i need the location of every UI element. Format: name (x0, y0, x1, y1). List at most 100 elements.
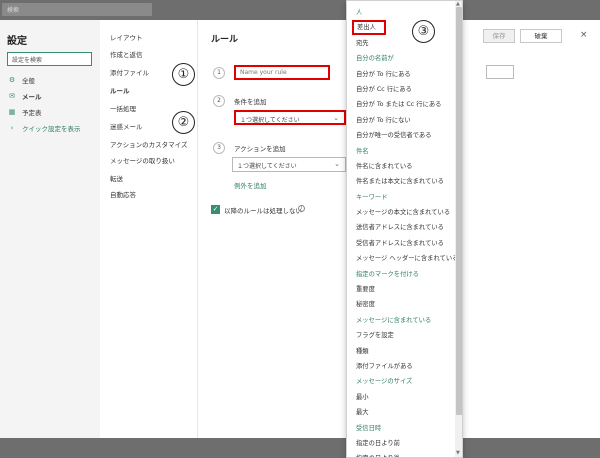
nav-item-mail[interactable]: ✉ メール (7, 88, 97, 104)
menu-item-forwarding[interactable]: 転送 (110, 173, 123, 183)
dropdown-option[interactable]: 最小 (347, 390, 455, 405)
chevron-down-icon: ⌄ (334, 160, 340, 168)
top-search-box[interactable]: 検索 (2, 3, 152, 16)
dropdown-option[interactable]: 件名に含まれている (347, 159, 455, 174)
dropdown-option-label: 指定の日より前 (356, 439, 400, 447)
save-button[interactable]: 保存 (483, 29, 515, 43)
settings-search-input[interactable]: 設定を検索 (7, 52, 92, 66)
dropdown-option-label: キーワード (356, 193, 388, 201)
close-icon[interactable]: × (580, 30, 588, 40)
step-number-1: 1 (213, 67, 225, 79)
menu-item-customize-actions[interactable]: アクションのカスタマイズ (110, 139, 187, 149)
scroll-up-arrow-icon[interactable]: ▲ (456, 1, 460, 7)
quick-settings-label: クイック設定を表示 (22, 125, 81, 133)
dropdown-option[interactable]: 自分が唯一の受信者である (347, 128, 455, 143)
dropdown-option-label: メッセージのサイズ (356, 378, 413, 386)
nav-item-general[interactable]: ⚙ 全般 (7, 72, 97, 88)
dropdown-option[interactable]: 重要度 (347, 282, 455, 297)
dropdown-group-header: メッセージのサイズ (347, 374, 455, 389)
dropdown-option[interactable]: 受信者アドレスに含まれている (347, 236, 455, 251)
dropdown-group-header: 受信日時 (347, 421, 455, 436)
dropdown-option-label: 自分が唯一の受信者である (356, 132, 432, 140)
menu-item-auto-reply[interactable]: 自動応答 (110, 189, 136, 199)
dropdown-option-label: 人 (356, 9, 363, 16)
settings-sidebar: 設定 設定を検索 ⚙ 全般 ✉ メール ▦ 予定表 ‹ クイック設定を表示 (0, 20, 100, 438)
mail-icon: ✉ (9, 92, 15, 100)
quick-settings-link[interactable]: ‹ クイック設定を表示 (7, 120, 97, 136)
annotation-number-3: ③ (412, 20, 435, 43)
dropdown-option-label: 種類 (356, 347, 369, 355)
step-number-2: 2 (213, 95, 225, 107)
dropdown-option-label: 受信日時 (356, 424, 382, 432)
menu-item-sweep[interactable]: 一括処理 (110, 103, 136, 113)
dropdown-option-label: 件名または本文に含まれている (356, 178, 444, 186)
dropdown-option[interactable]: 自分が Cc 行にある (347, 82, 455, 97)
stop-processing-label: 以降のルールは処理しない (224, 207, 302, 215)
dropdown-scrollbar-thumb[interactable] (456, 7, 462, 415)
dropdown-option[interactable]: 種類 (347, 344, 455, 359)
dropdown-option[interactable]: 送信者アドレスに含まれている (347, 220, 455, 235)
dropdown-option-label: メッセージに含まれている (356, 316, 432, 324)
stop-processing-checkbox[interactable]: ✓ (211, 205, 220, 214)
chevron-down-icon: ⌄ (333, 114, 339, 122)
add-action-label: アクションを追加 (234, 145, 286, 153)
dropdown-option[interactable]: 指定の日より後 (347, 451, 455, 457)
scroll-down-arrow-icon[interactable]: ▼ (456, 450, 460, 456)
settings-dialog: 設定 設定を検索 ⚙ 全般 ✉ メール ▦ 予定表 ‹ クイック設定を表示 レイ… (0, 20, 600, 438)
menu-item-junk[interactable]: 迷惑メール (110, 121, 143, 131)
dropdown-option[interactable]: メッセージの本文に含まれている (347, 205, 455, 220)
gear-icon: ⚙ (8, 76, 16, 84)
top-bar: 検索 (0, 0, 600, 20)
menu-item-attachments[interactable]: 添付ファイル (110, 67, 149, 77)
rule-field-behind-dropdown[interactable] (486, 65, 514, 79)
dropdown-option[interactable]: 自分が To 行にない (347, 113, 455, 128)
dropdown-option-label: 添付ファイルがある (356, 362, 413, 370)
dropdown-option[interactable]: 自分が To 行にある (347, 67, 455, 82)
add-condition-label: 条件を追加 (234, 98, 267, 106)
dropdown-option-label: 宛先 (356, 39, 369, 47)
condition-select-value: １つ選択してください (240, 117, 300, 124)
dropdown-option[interactable]: 添付ファイルがある (347, 359, 455, 374)
settings-title: 設定 (7, 36, 27, 47)
dropdown-option[interactable]: フラグを設定 (347, 328, 455, 343)
dropdown-option[interactable]: 自分が To または Cc 行にある (347, 97, 455, 112)
info-icon[interactable]: i (298, 205, 305, 212)
dropdown-option-label: 秘密度 (356, 301, 375, 309)
dropdown-option[interactable]: 宛先 (347, 36, 455, 51)
bottom-bar (0, 438, 600, 458)
dropdown-option[interactable]: 差出人 (347, 20, 455, 36)
dropdown-option-label: フラグを設定 (356, 332, 394, 340)
dropdown-option-label: 送信者アドレスに含まれている (356, 224, 444, 232)
chevron-left-icon: ‹ (10, 124, 14, 132)
menu-item-rules[interactable]: ルール (110, 85, 130, 95)
dropdown-option[interactable]: 件名または本文に含まれている (347, 174, 455, 189)
calendar-icon: ▦ (8, 108, 16, 116)
dropdown-option-label: 件名に含まれている (356, 162, 413, 170)
dropdown-option[interactable]: 指定の日より前 (347, 436, 455, 451)
dropdown-option-label: メッセージの本文に含まれている (356, 209, 451, 217)
dropdown-option[interactable]: 最大 (347, 405, 455, 420)
dropdown-options: 人差出人宛先自分の名前が自分が To 行にある自分が Cc 行にある自分が To… (347, 5, 458, 457)
condition-dropdown-list: 人差出人宛先自分の名前が自分が To 行にある自分が Cc 行にある自分が To… (346, 0, 463, 458)
menu-item-layout[interactable]: レイアウト (110, 32, 143, 42)
dropdown-option-label: 自分が Cc 行にある (356, 85, 412, 93)
dropdown-group-header: 自分の名前が (347, 51, 455, 66)
nav-item-label: メール (22, 93, 42, 101)
rule-name-input[interactable]: Name your rule (234, 65, 330, 80)
nav-item-label: 予定表 (22, 109, 42, 117)
dropdown-option-label: 差出人 (352, 20, 386, 36)
nav-item-calendar[interactable]: ▦ 予定表 (7, 104, 97, 120)
action-select[interactable]: １つ選択してください ⌄ (232, 157, 346, 172)
menu-item-compose[interactable]: 作成と返信 (110, 49, 143, 59)
dropdown-option-label: 受信者アドレスに含まれている (356, 239, 444, 247)
dropdown-option-label: 自分の名前が (356, 55, 394, 63)
condition-select[interactable]: １つ選択してください ⌄ (234, 110, 346, 125)
dropdown-group-header: メッセージに含まれている (347, 313, 455, 328)
discard-button[interactable]: 破棄 (520, 29, 562, 43)
dropdown-option-label: 最大 (356, 409, 369, 417)
dropdown-option[interactable]: メッセージ ヘッダーに含まれている (347, 251, 458, 266)
menu-item-message-handling[interactable]: メッセージの取り扱い (110, 155, 175, 165)
annotation-number-2: ② (172, 111, 195, 134)
dropdown-option[interactable]: 秘密度 (347, 297, 455, 312)
add-exception-link[interactable]: 例外を追加 (234, 180, 267, 190)
